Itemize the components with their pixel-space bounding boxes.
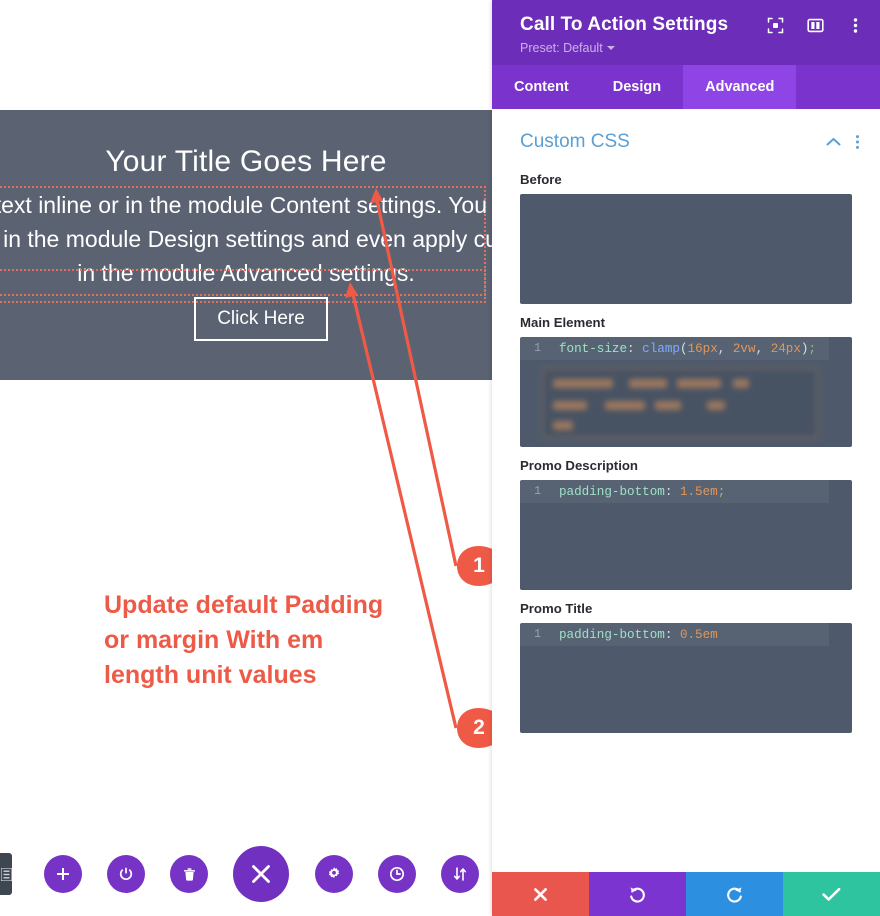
- line-number: 1: [534, 342, 541, 355]
- redo-button[interactable]: [686, 872, 783, 916]
- autocomplete-tooltip: [542, 368, 818, 438]
- code-editor-promo-description[interactable]: 1 padding-bottom: 1.5em;: [520, 480, 852, 590]
- field-before: Before: [492, 172, 880, 304]
- cta-button[interactable]: Click Here: [194, 297, 328, 341]
- clock-icon: [389, 866, 405, 882]
- cta-title: Your Title Goes Here: [105, 145, 387, 178]
- undo-button[interactable]: [589, 872, 686, 916]
- code-line: 1 padding-bottom: 1.5em;: [520, 480, 852, 503]
- code-line: 1 padding-bottom: 0.5em: [520, 623, 852, 646]
- more-vertical-icon[interactable]: [855, 134, 860, 150]
- section-title: Custom CSS: [520, 131, 630, 152]
- enable-disable-button[interactable]: [107, 855, 145, 893]
- page-canvas: Your Title Goes Here Edit or remove this…: [0, 0, 492, 916]
- field-label: Promo Title: [520, 601, 593, 616]
- line-number: 1: [534, 485, 541, 498]
- modal-footer: [492, 872, 880, 916]
- preset-label: Preset: Default: [520, 41, 603, 55]
- add-button[interactable]: [44, 855, 82, 893]
- close-x-icon: [534, 887, 547, 901]
- gear-icon: [328, 867, 340, 879]
- caret-down-icon: [606, 46, 615, 50]
- settings-tabs: Content Design Advanced: [492, 65, 880, 109]
- field-promo-title: Promo Title 1 padding-bottom: 0.5em: [492, 601, 880, 733]
- code-text: padding-bottom: 1.5em;: [559, 484, 726, 499]
- tab-design[interactable]: Design: [591, 65, 683, 109]
- builder-toolbar: [0, 846, 492, 902]
- cta-module[interactable]: Your Title Goes Here Edit or remove this…: [0, 110, 492, 380]
- field-main-element: Main Element 1 font-size: clamp(16px, 2v…: [492, 315, 880, 447]
- settings-panel-body: Custom CSS Before Main Element 1 font-si…: [492, 109, 880, 872]
- layout-panel-icon[interactable]: [806, 16, 824, 34]
- line-number: 1: [534, 628, 541, 641]
- code-text: font-size: clamp(16px, 2vw, 24px);: [559, 341, 817, 356]
- more-vertical-icon[interactable]: [846, 16, 864, 34]
- field-label: Promo Description: [520, 458, 638, 473]
- tab-content[interactable]: Content: [492, 65, 591, 109]
- preset-selector[interactable]: Preset: Default: [520, 41, 852, 55]
- save-button[interactable]: [783, 872, 880, 916]
- modal-header: Call To Action Settings Preset: Default: [492, 0, 880, 65]
- delete-button[interactable]: [170, 855, 208, 893]
- trash-icon: [183, 867, 195, 881]
- focus-icon[interactable]: [766, 16, 784, 34]
- plus-icon: [57, 868, 69, 880]
- code-editor-promo-title[interactable]: 1 padding-bottom: 0.5em: [520, 623, 852, 733]
- sort-updown-icon: [453, 867, 467, 881]
- power-icon: [119, 867, 133, 880]
- code-editor-before[interactable]: [520, 194, 852, 304]
- screen: Your Title Goes Here Edit or remove this…: [0, 0, 880, 916]
- custom-css-section-header[interactable]: Custom CSS: [492, 109, 880, 161]
- field-label: Before: [520, 172, 562, 187]
- responsive-button[interactable]: [441, 855, 479, 893]
- tab-advanced[interactable]: Advanced: [683, 65, 797, 109]
- undo-icon: [630, 886, 645, 903]
- close-x-icon: [252, 865, 270, 883]
- annotation-text: Update default Padding or margin With em…: [104, 591, 384, 689]
- cancel-button[interactable]: [492, 872, 589, 916]
- chevron-up-icon[interactable]: [826, 137, 841, 147]
- code-text: padding-bottom: 0.5em: [559, 627, 718, 642]
- close-builder-button[interactable]: [233, 846, 289, 902]
- code-line: 1 font-size: clamp(16px, 2vw, 24px);: [520, 337, 852, 360]
- settings-modal: Call To Action Settings Preset: Default: [492, 0, 880, 916]
- redo-icon: [727, 886, 742, 903]
- history-button[interactable]: [378, 855, 416, 893]
- check-icon: [822, 887, 841, 901]
- field-label: Main Element: [520, 315, 606, 330]
- settings-button[interactable]: [315, 855, 353, 893]
- code-editor-main-element[interactable]: 1 font-size: clamp(16px, 2vw, 24px);: [520, 337, 852, 447]
- modal-header-icons: [766, 16, 864, 34]
- field-promo-description: Promo Description 1 padding-bottom: 1.5e…: [492, 458, 880, 590]
